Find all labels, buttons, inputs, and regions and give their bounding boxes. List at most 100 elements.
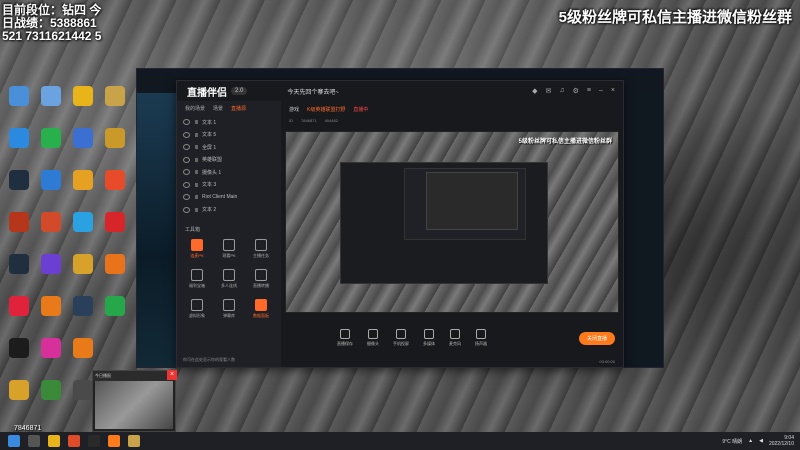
popup-image bbox=[95, 381, 173, 429]
microphone-button[interactable]: 麦克风 bbox=[449, 329, 461, 347]
nested-preview bbox=[426, 172, 518, 230]
tab-scenes[interactable]: 场景 bbox=[213, 105, 223, 112]
tool-relay[interactable]: 直播转播 bbox=[245, 269, 277, 289]
daily-report-popup[interactable]: 今日播报 bbox=[92, 370, 176, 432]
desktop-icon[interactable] bbox=[36, 254, 66, 286]
scene-item[interactable]: 文本 5 bbox=[177, 129, 281, 142]
desktop-icon[interactable] bbox=[4, 86, 34, 118]
desktop-icon[interactable] bbox=[68, 86, 98, 118]
desktop-icon[interactable] bbox=[68, 296, 98, 328]
weather-widget[interactable]: 9°C 晴朗 bbox=[722, 438, 742, 445]
desktop-icon[interactable] bbox=[36, 128, 66, 160]
desktop-icon[interactable] bbox=[36, 86, 66, 118]
file-explorer-icon[interactable] bbox=[48, 435, 60, 447]
desktop-icon[interactable] bbox=[4, 128, 34, 160]
network-icon[interactable]: ▲ bbox=[748, 438, 753, 444]
lock-icon[interactable] bbox=[195, 207, 198, 212]
category-tag[interactable]: 游戏 bbox=[289, 106, 299, 113]
tool-data-panel[interactable]: 数据面板 bbox=[245, 299, 277, 319]
lock-icon[interactable] bbox=[195, 182, 198, 187]
desktop-icon[interactable] bbox=[68, 338, 98, 370]
camera-button[interactable]: 摄像头 bbox=[367, 329, 379, 347]
desktop-icon[interactable] bbox=[36, 338, 66, 370]
desktop-icon[interactable] bbox=[68, 128, 98, 160]
desktop-icon[interactable] bbox=[100, 296, 130, 328]
desktop-icon[interactable] bbox=[100, 254, 130, 286]
desktop-icon[interactable] bbox=[68, 170, 98, 202]
scene-item[interactable]: 文本 3 bbox=[177, 179, 281, 192]
desktop-icon[interactable] bbox=[100, 170, 130, 202]
lock-icon[interactable] bbox=[195, 132, 198, 137]
search-icon[interactable] bbox=[28, 435, 40, 447]
scene-item[interactable]: 摄像头 1 bbox=[177, 166, 281, 179]
desktop-icon[interactable] bbox=[36, 296, 66, 328]
streaming-app-taskbar-icon[interactable] bbox=[108, 435, 120, 447]
eye-icon[interactable] bbox=[183, 144, 190, 151]
media-button[interactable]: 多媒体 bbox=[423, 329, 435, 347]
lock-icon[interactable] bbox=[195, 120, 198, 125]
tool-task[interactable]: 主播任务 bbox=[245, 239, 277, 259]
tool-link-pk[interactable]: 连麦PK bbox=[181, 239, 213, 259]
popup-close-button[interactable]: × bbox=[167, 370, 177, 380]
mail-icon[interactable]: ✉ bbox=[546, 87, 552, 95]
speaker-button[interactable]: 扬声器 bbox=[475, 329, 487, 347]
tab-sources[interactable]: 直播源 bbox=[231, 105, 246, 112]
tool-multi-link[interactable]: 多人连线 bbox=[213, 269, 245, 289]
minimize-icon[interactable]: – bbox=[599, 87, 603, 95]
stream-preview[interactable]: 5级粉丝牌可私信主播进微信粉丝群 bbox=[285, 131, 619, 313]
stream-title[interactable]: 今天先回个寨去吧~ bbox=[287, 87, 339, 96]
desktop-icon[interactable] bbox=[4, 296, 34, 328]
game-taskbar-icon[interactable] bbox=[128, 435, 140, 447]
close-icon[interactable]: × bbox=[611, 87, 615, 95]
eye-icon[interactable] bbox=[183, 169, 190, 176]
chrome-icon[interactable] bbox=[68, 435, 80, 447]
bell-icon[interactable]: ♫ bbox=[559, 87, 564, 95]
windows-start-icon[interactable] bbox=[8, 435, 20, 447]
eye-icon[interactable] bbox=[183, 206, 190, 213]
screen-capture-button[interactable]: 直播保存 bbox=[337, 329, 353, 347]
desktop-icon[interactable] bbox=[100, 128, 130, 160]
desktop-icon[interactable] bbox=[4, 212, 34, 244]
eye-icon[interactable] bbox=[183, 131, 190, 138]
lock-icon[interactable] bbox=[195, 170, 198, 175]
desktop-icon[interactable] bbox=[36, 380, 66, 412]
app-taskbar-icon[interactable] bbox=[88, 435, 100, 447]
volume-icon[interactable]: ◀ bbox=[759, 438, 763, 444]
scene-item[interactable]: 文本 1 bbox=[177, 116, 281, 129]
tool-gift-box[interactable]: 福利宝箱 bbox=[181, 269, 213, 289]
desktop-icon[interactable] bbox=[4, 170, 34, 202]
desktop-icon[interactable] bbox=[68, 212, 98, 244]
scene-item[interactable]: 全屏 1 bbox=[177, 141, 281, 154]
scene-item[interactable]: 英雄联盟 bbox=[177, 154, 281, 167]
scene-item[interactable]: 文本 2 bbox=[177, 204, 281, 217]
eye-icon[interactable] bbox=[183, 194, 190, 201]
scene-item[interactable]: Riot Client Main bbox=[177, 191, 281, 204]
tab-my-scenes[interactable]: 我的场景 bbox=[185, 105, 205, 112]
tool-danmaku[interactable]: 弹幕库 bbox=[213, 299, 245, 319]
settings-icon[interactable]: ⚙ bbox=[573, 87, 579, 95]
desktop-icon[interactable] bbox=[36, 170, 66, 202]
desktop-icon[interactable] bbox=[36, 212, 66, 244]
lock-icon[interactable] bbox=[195, 157, 198, 162]
gift-icon[interactable]: ◆ bbox=[532, 87, 537, 95]
desktop-icon[interactable] bbox=[4, 380, 34, 412]
lock-icon[interactable] bbox=[195, 195, 198, 200]
tool-watch-pk[interactable]: 观看PK bbox=[213, 239, 245, 259]
phone-cast-button[interactable]: 手机投屏 bbox=[393, 329, 409, 347]
desktop-icon[interactable] bbox=[4, 254, 34, 286]
eye-icon[interactable] bbox=[183, 156, 190, 163]
category-name[interactable]: K级英雄联盟打野 bbox=[307, 106, 345, 113]
desktop-icon[interactable] bbox=[100, 212, 130, 244]
lock-icon[interactable] bbox=[195, 145, 198, 150]
desktop-icon[interactable] bbox=[68, 254, 98, 286]
stop-live-button[interactable]: 关闭直播 bbox=[578, 332, 615, 345]
menu-icon[interactable]: ≡ bbox=[587, 87, 591, 95]
clock[interactable]: 9:04 2022/12/10 bbox=[769, 435, 794, 447]
camera-icon bbox=[368, 329, 378, 339]
desktop-icon[interactable] bbox=[100, 86, 130, 118]
desktop-icon[interactable] bbox=[4, 338, 34, 370]
live-timer: 00:00:00 bbox=[599, 359, 615, 364]
eye-icon[interactable] bbox=[183, 181, 190, 188]
tool-avatar[interactable]: 虚拟形象 bbox=[181, 299, 213, 319]
eye-icon[interactable] bbox=[183, 119, 190, 126]
